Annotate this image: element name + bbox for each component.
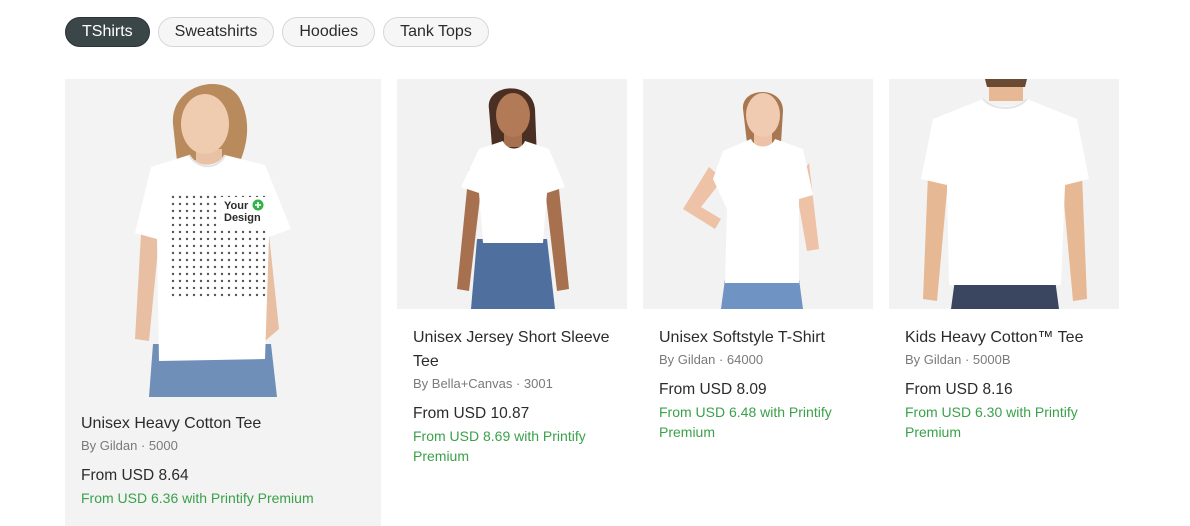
tab-tshirts[interactable]: TShirts <box>65 17 150 47</box>
woman-tshirt-mockup-image: Your Design <box>135 84 291 397</box>
product-title[interactable]: Unisex Jersey Short Sleeve Tee <box>413 326 611 374</box>
product-image[interactable]: Your Design <box>65 79 381 397</box>
product-brand-sku: By Gildan · 5000B <box>905 352 1011 367</box>
product-card-unisex-softstyle-tshirt[interactable]: Unisex Softstyle T-Shirt By Gildan · 640… <box>643 79 873 442</box>
product-brand-sku: By Bella+Canvas · 3001 <box>413 376 553 391</box>
product-title[interactable]: Unisex Heavy Cotton Tee <box>81 412 365 436</box>
woman-white-tee-jeans-image <box>457 88 569 309</box>
kid-white-tee-image <box>921 79 1089 309</box>
tab-hoodies[interactable]: Hoodies <box>282 17 376 47</box>
design-label-your: Your <box>224 200 249 212</box>
product-price: From USD 8.16 <box>905 381 1013 398</box>
product-card-unisex-jersey-short-sleeve-tee[interactable]: Unisex Jersey Short Sleeve Tee By Bella+… <box>397 79 627 466</box>
product-brand-sku: By Gildan · 5000 <box>81 438 178 453</box>
product-brand-sku: By Gildan · 64000 <box>659 352 764 367</box>
product-card-kids-heavy-cotton-tee[interactable]: Kids Heavy Cotton™ Tee By Gildan · 5000B… <box>889 79 1119 442</box>
premium-price: From USD 6.48 with Printify Premium <box>659 404 832 440</box>
product-title[interactable]: Unisex Softstyle T-Shirt <box>659 326 857 350</box>
product-price: From USD 8.09 <box>659 381 767 398</box>
tab-tank-tops[interactable]: Tank Tops <box>383 17 489 47</box>
design-label-design: Design <box>224 212 261 224</box>
premium-price: From USD 6.36 with Printify Premium <box>81 490 314 506</box>
product-title[interactable]: Kids Heavy Cotton™ Tee <box>905 326 1103 350</box>
product-card-unisex-heavy-cotton-tee[interactable]: Your Design Unisex Heavy Cotton Tee By G… <box>65 79 381 526</box>
product-image[interactable] <box>397 79 627 309</box>
product-price: From USD 8.64 <box>81 467 189 484</box>
product-price: From USD 10.87 <box>413 405 530 422</box>
product-image[interactable] <box>643 79 873 309</box>
premium-price: From USD 8.69 with Printify Premium <box>413 428 586 464</box>
tab-sweatshirts[interactable]: Sweatshirts <box>157 17 275 47</box>
premium-price: From USD 6.30 with Printify Premium <box>905 404 1078 440</box>
woman-white-tee-hand-on-hip-image <box>683 92 819 309</box>
category-tabs: TShirts Sweatshirts Hoodies Tank Tops <box>65 17 489 47</box>
product-image[interactable] <box>889 79 1119 309</box>
